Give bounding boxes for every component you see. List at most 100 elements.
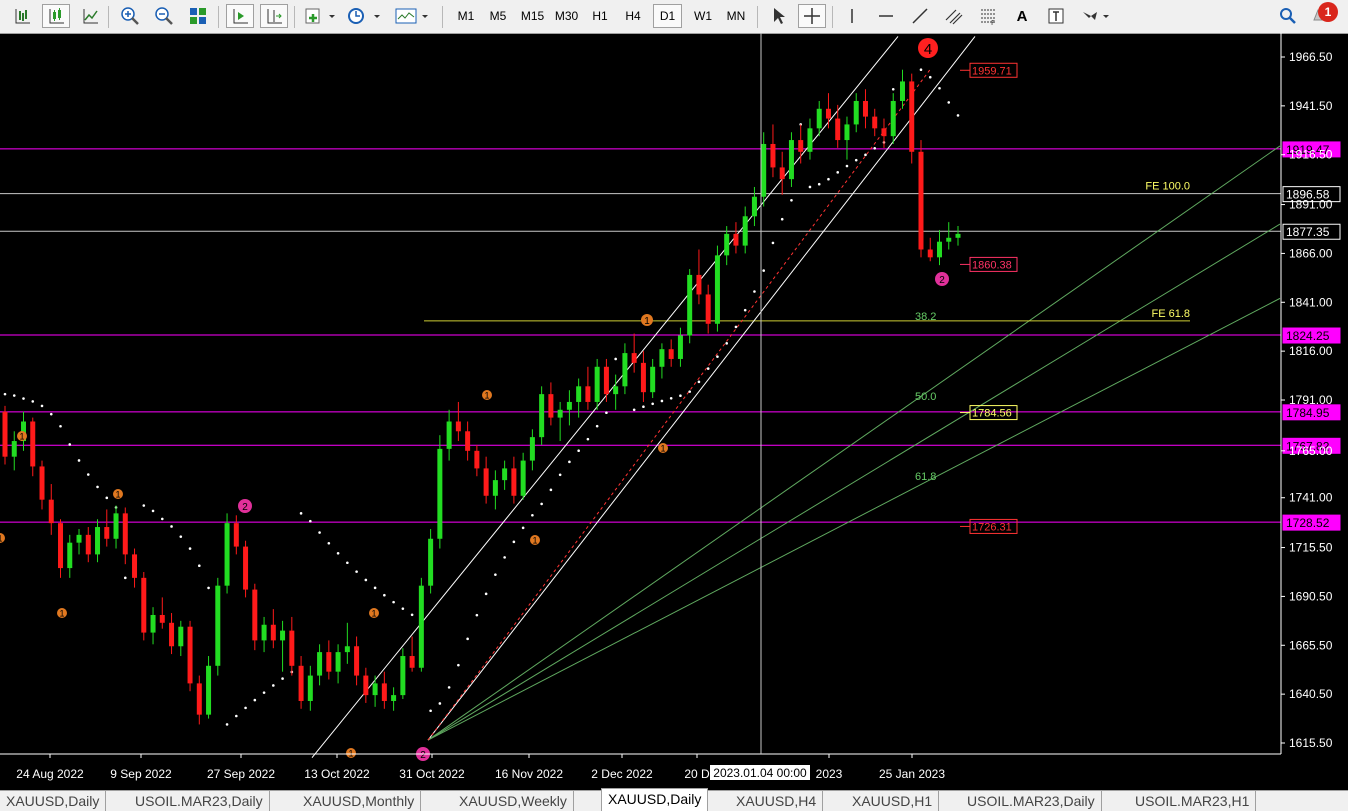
candle — [668, 339, 674, 367]
trendline-icon[interactable] — [906, 4, 934, 28]
tile-windows-icon[interactable] — [184, 4, 212, 28]
psar-dot — [614, 357, 617, 361]
price-label-text: 1860.38 — [972, 259, 1012, 271]
timeframe-m15-button[interactable]: M15 — [517, 4, 548, 28]
candle — [39, 460, 45, 510]
candle — [141, 571, 147, 641]
psar-dot — [494, 573, 497, 576]
timeframe-d1-button[interactable]: D1 — [653, 4, 682, 28]
chart-tab[interactable]: XAUUSD,Daily — [0, 791, 107, 811]
candle — [354, 636, 360, 686]
candle-body — [705, 294, 711, 324]
chart-tab[interactable]: USOIL.MAR23,Daily — [961, 791, 1102, 811]
psar-dot — [568, 460, 571, 464]
candle-body — [835, 118, 841, 141]
psar-dot — [281, 677, 284, 680]
psar-dot — [392, 600, 395, 604]
candle — [85, 527, 91, 563]
cursor-icon[interactable] — [764, 4, 792, 28]
candle-body — [816, 108, 822, 129]
psar-dot — [947, 101, 951, 104]
date-tick-label: 27 Sep 2022 — [207, 767, 275, 781]
fibo-expansion-label: FE 100.0 — [1145, 181, 1190, 193]
candle — [733, 222, 739, 254]
bar-chart-icon[interactable] — [8, 4, 36, 28]
subwave-marker-label: 1 — [115, 490, 120, 500]
timeframe-h1-button[interactable]: H1 — [586, 4, 614, 28]
fibonacci-icon[interactable]: F — [974, 4, 1002, 28]
price-tick-label: 1665.50 — [1289, 638, 1333, 652]
psar-dot — [49, 412, 53, 416]
date-tick-label: 25 Jan 2023 — [879, 767, 945, 781]
psar-dot — [817, 182, 821, 186]
candle-body — [955, 233, 961, 238]
psar-dot — [873, 146, 877, 150]
psar-dot — [22, 397, 25, 400]
vertical-line-icon[interactable] — [838, 4, 866, 28]
candle-body — [631, 353, 637, 363]
chart-tab[interactable]: XAUUSD,Weekly — [453, 791, 574, 811]
psar-dot — [475, 613, 479, 617]
candle-body — [307, 675, 313, 701]
zoom-in-icon[interactable] — [116, 4, 144, 28]
text-tool-button[interactable]: A — [1008, 4, 1036, 28]
candle-body — [261, 624, 267, 641]
auto-scroll-icon[interactable] — [226, 4, 254, 28]
candle-body — [122, 513, 128, 555]
timeframe-m1-button[interactable]: M1 — [452, 4, 480, 28]
timeframe-w1-button[interactable]: W1 — [688, 4, 718, 28]
timeframe-mn-button[interactable]: MN — [721, 4, 751, 28]
candle-body — [677, 335, 683, 359]
psar-dot — [3, 392, 7, 396]
timeframe-m5-button[interactable]: M5 — [484, 4, 512, 28]
candle — [955, 226, 961, 246]
price-level-label: 1784.95 — [1286, 406, 1330, 420]
candle-body — [909, 81, 915, 152]
channel-icon[interactable] — [940, 4, 968, 28]
candle — [261, 616, 267, 653]
psar-dot — [891, 87, 895, 91]
fan-level-label: 50.0 — [915, 391, 936, 403]
horizontal-line-icon[interactable] — [872, 4, 900, 28]
psar-dot — [77, 459, 81, 462]
notifications-icon[interactable]: 1 — [1306, 2, 1342, 28]
price-tick-label: 1715.50 — [1289, 541, 1333, 555]
chart-tab[interactable]: XAUUSD,Monthly — [297, 791, 422, 811]
timeframe-h4-button[interactable]: H4 — [619, 4, 647, 28]
price-chart[interactable]: 1919.471896.581877.351824.251784.951767.… — [0, 33, 1348, 790]
arrows-menu-button[interactable] — [1076, 4, 1116, 28]
zoom-out-icon[interactable] — [150, 4, 178, 28]
search-icon[interactable] — [1274, 4, 1302, 28]
templates-menu-button[interactable] — [392, 4, 434, 28]
date-tick-label: 13 Oct 2022 — [304, 767, 370, 781]
periodicity-menu-button[interactable] — [344, 4, 386, 28]
chart-tab[interactable]: XAUUSD,H1 — [846, 791, 940, 811]
candlestick-chart-icon[interactable] — [42, 4, 70, 28]
chart-shift-icon[interactable] — [260, 4, 288, 28]
psar-dot — [688, 390, 691, 393]
crosshair-icon[interactable] — [798, 4, 826, 28]
candle — [363, 667, 369, 703]
chart-tab[interactable]: USOIL.MAR23,H1 — [1129, 791, 1257, 811]
candle — [548, 382, 554, 426]
candle — [196, 675, 202, 725]
timeframe-m30-button[interactable]: M30 — [551, 4, 582, 28]
text-label-icon[interactable] — [1042, 4, 1070, 28]
candle — [372, 675, 378, 707]
chart-tab[interactable]: XAUUSD,Daily — [601, 788, 709, 811]
svg-text:F: F — [991, 19, 995, 26]
candle-body — [918, 151, 924, 250]
psar-dot — [512, 540, 516, 544]
candle-body — [252, 589, 258, 641]
candle — [113, 505, 119, 549]
line-chart-icon[interactable] — [76, 4, 104, 28]
indicators-menu-button[interactable] — [300, 4, 340, 28]
date-tick-label: 2023 — [816, 767, 843, 781]
candle-body — [529, 437, 535, 461]
psar-dot — [706, 367, 710, 370]
candle — [659, 343, 665, 379]
chart-tab[interactable]: XAUUSD,H4 — [730, 791, 824, 811]
price-tick-label: 1615.50 — [1289, 736, 1333, 750]
chart-tab[interactable]: USOIL.MAR23,Daily — [129, 791, 270, 811]
candle-body — [936, 241, 942, 258]
